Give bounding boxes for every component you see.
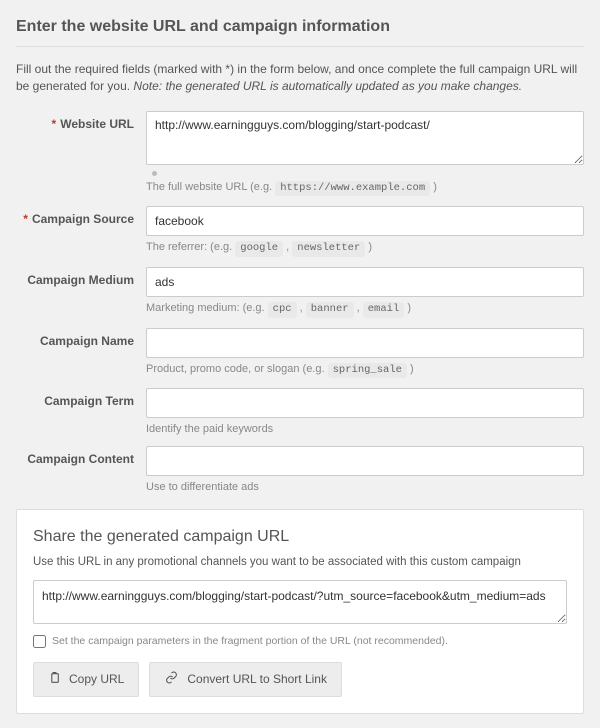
copy-url-button[interactable]: Copy URL <box>33 662 139 697</box>
divider <box>16 46 584 47</box>
label-campaign-term: Campaign Term <box>16 388 146 436</box>
link-icon <box>164 671 179 687</box>
copy-url-label: Copy URL <box>69 672 124 686</box>
chip-banner: banner <box>306 302 354 318</box>
hint-campaign-term: Identify the paid keywords <box>146 422 584 436</box>
hint-campaign-content: Use to differentiate ads <box>146 480 584 494</box>
chip-google: google <box>235 241 283 257</box>
convert-short-link-label: Convert URL to Short Link <box>187 672 327 686</box>
hint-campaign-name: Product, promo code, or slogan (e.g. spr… <box>146 362 584 379</box>
campaign-medium-input[interactable] <box>146 267 584 297</box>
chip-email: email <box>363 302 405 318</box>
chip-example-url: https://www.example.com <box>275 181 430 197</box>
row-campaign-source: *Campaign Source The referrer: (e.g. goo… <box>16 206 584 257</box>
row-campaign-medium: Campaign Medium Marketing medium: (e.g. … <box>16 267 584 318</box>
share-description: Use this URL in any promotional channels… <box>33 556 567 568</box>
row-campaign-name: Campaign Name Product, promo code, or sl… <box>16 328 584 379</box>
row-campaign-content: Campaign Content Use to differentiate ad… <box>16 446 584 494</box>
share-title: Share the generated campaign URL <box>33 528 567 546</box>
hint-campaign-source: The referrer: (e.g. google , newsletter … <box>146 240 584 257</box>
label-campaign-medium: Campaign Medium <box>16 267 146 318</box>
hint-website-url: The full website URL (e.g. https://www.e… <box>146 180 584 197</box>
intro-text-block: Fill out the required fields (marked wit… <box>16 61 584 95</box>
fragment-checkbox[interactable] <box>33 635 46 648</box>
label-campaign-source: *Campaign Source <box>16 206 146 257</box>
required-marker: * <box>52 117 57 131</box>
campaign-term-input[interactable] <box>146 388 584 418</box>
chip-newsletter: newsletter <box>292 241 365 257</box>
chip-spring-sale: spring_sale <box>328 363 407 379</box>
page-title: Enter the website URL and campaign infor… <box>16 18 584 36</box>
share-panel: Share the generated campaign URL Use thi… <box>16 509 584 714</box>
website-url-input[interactable]: http://www.earningguys.com/blogging/star… <box>146 111 584 165</box>
campaign-source-input[interactable] <box>146 206 584 236</box>
row-website-url: *Website URL http://www.earningguys.com/… <box>16 111 584 197</box>
generated-url-output[interactable]: http://www.earningguys.com/blogging/star… <box>33 580 567 624</box>
row-campaign-term: Campaign Term Identify the paid keywords <box>16 388 584 436</box>
campaign-name-input[interactable] <box>146 328 584 358</box>
label-campaign-name: Campaign Name <box>16 328 146 379</box>
required-marker: * <box>23 212 28 226</box>
intro-note: Note: the generated URL is automatically… <box>133 79 522 93</box>
label-website-url: *Website URL <box>16 111 146 197</box>
chip-cpc: cpc <box>268 302 297 318</box>
resize-dot-icon <box>152 171 157 176</box>
hint-campaign-medium: Marketing medium: (e.g. cpc , banner , e… <box>146 301 584 318</box>
fragment-label: Set the campaign parameters in the fragm… <box>52 635 448 647</box>
label-campaign-content: Campaign Content <box>16 446 146 494</box>
campaign-content-input[interactable] <box>146 446 584 476</box>
clipboard-icon <box>48 671 61 688</box>
convert-short-link-button[interactable]: Convert URL to Short Link <box>149 662 342 697</box>
